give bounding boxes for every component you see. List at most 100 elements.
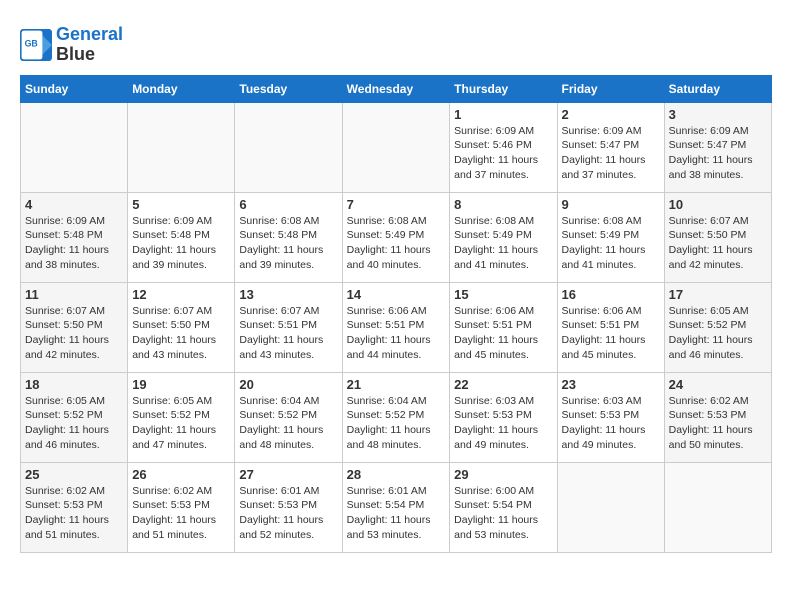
day-info: Sunrise: 6:07 AM Sunset: 5:50 PM Dayligh… bbox=[25, 304, 123, 363]
day-number: 4 bbox=[25, 197, 123, 212]
day-info: Sunrise: 6:03 AM Sunset: 5:53 PM Dayligh… bbox=[454, 394, 552, 453]
calendar-cell: 5Sunrise: 6:09 AM Sunset: 5:48 PM Daylig… bbox=[128, 192, 235, 282]
day-info: Sunrise: 6:08 AM Sunset: 5:48 PM Dayligh… bbox=[239, 214, 337, 273]
day-number: 15 bbox=[454, 287, 552, 302]
calendar-cell: 4 Sunrise: 6:09 AM Sunset: 5:48 PM Daylig… bbox=[21, 192, 128, 282]
calendar-cell: 19Sunrise: 6:05 AM Sunset: 5:52 PM Dayli… bbox=[128, 372, 235, 462]
day-info: Sunrise: 6:02 AM Sunset: 5:53 PM Dayligh… bbox=[132, 484, 230, 543]
calendar-cell: 28 Sunrise: 6:01 AM Sunset: 5:54 PM Dayli… bbox=[342, 462, 450, 552]
day-info: Sunrise: 6:00 AM Sunset: 5:54 PM Dayligh… bbox=[454, 484, 552, 543]
day-number: 17 bbox=[669, 287, 767, 302]
calendar-cell: 11 Sunrise: 6:07 AM Sunset: 5:50 PM Dayli… bbox=[21, 282, 128, 372]
day-number: 29 bbox=[454, 467, 552, 482]
day-number: 20 bbox=[239, 377, 337, 392]
calendar-cell bbox=[128, 102, 235, 192]
day-header-friday: Friday bbox=[557, 75, 664, 102]
calendar-week-row: 4 Sunrise: 6:09 AM Sunset: 5:48 PM Daylig… bbox=[21, 192, 772, 282]
svg-text:GB: GB bbox=[25, 38, 38, 48]
day-info: Sunrise: 6:09 AM Sunset: 5:47 PM Dayligh… bbox=[669, 124, 767, 183]
calendar-cell bbox=[557, 462, 664, 552]
calendar-cell: 18 Sunrise: 6:05 AM Sunset: 5:52 PM Dayli… bbox=[21, 372, 128, 462]
calendar-cell: 25 Sunrise: 6:02 AM Sunset: 5:53 PM Dayli… bbox=[21, 462, 128, 552]
day-header-saturday: Saturday bbox=[664, 75, 771, 102]
day-info: Sunrise: 6:08 AM Sunset: 5:49 PM Dayligh… bbox=[562, 214, 660, 273]
day-info: Sunrise: 6:02 AM Sunset: 5:53 PM Dayligh… bbox=[25, 484, 123, 543]
day-header-monday: Monday bbox=[128, 75, 235, 102]
calendar-cell: 2 Sunrise: 6:09 AM Sunset: 5:47 PM Daylig… bbox=[557, 102, 664, 192]
day-header-sunday: Sunday bbox=[21, 75, 128, 102]
day-number: 23 bbox=[562, 377, 660, 392]
logo: GB GeneralBlue bbox=[20, 25, 123, 65]
day-number: 24 bbox=[669, 377, 767, 392]
calendar-cell: 3 Sunrise: 6:09 AM Sunset: 5:47 PM Daylig… bbox=[664, 102, 771, 192]
day-number: 2 bbox=[562, 107, 660, 122]
calendar-cell: 6 Sunrise: 6:08 AM Sunset: 5:48 PM Daylig… bbox=[235, 192, 342, 282]
day-number: 21 bbox=[347, 377, 446, 392]
day-info: Sunrise: 6:09 AM Sunset: 5:48 PM Dayligh… bbox=[25, 214, 123, 273]
calendar-table: SundayMondayTuesdayWednesdayThursdayFrid… bbox=[20, 75, 772, 553]
calendar-cell bbox=[664, 462, 771, 552]
day-header-wednesday: Wednesday bbox=[342, 75, 450, 102]
calendar-cell: 7Sunrise: 6:08 AM Sunset: 5:49 PM Daylig… bbox=[342, 192, 450, 282]
day-info: Sunrise: 6:02 AM Sunset: 5:53 PM Dayligh… bbox=[669, 394, 767, 453]
day-number: 9 bbox=[562, 197, 660, 212]
calendar-cell: 15 Sunrise: 6:06 AM Sunset: 5:51 PM Dayli… bbox=[450, 282, 557, 372]
day-info: Sunrise: 6:05 AM Sunset: 5:52 PM Dayligh… bbox=[25, 394, 123, 453]
calendar-cell: 16 Sunrise: 6:06 AM Sunset: 5:51 PM Dayli… bbox=[557, 282, 664, 372]
calendar-cell bbox=[235, 102, 342, 192]
day-number: 26 bbox=[132, 467, 230, 482]
day-number: 12 bbox=[132, 287, 230, 302]
day-number: 10 bbox=[669, 197, 767, 212]
calendar-week-row: 18 Sunrise: 6:05 AM Sunset: 5:52 PM Dayli… bbox=[21, 372, 772, 462]
calendar-cell: 20 Sunrise: 6:04 AM Sunset: 5:52 PM Dayli… bbox=[235, 372, 342, 462]
day-number: 13 bbox=[239, 287, 337, 302]
day-number: 1 bbox=[454, 107, 552, 122]
calendar-week-row: 25 Sunrise: 6:02 AM Sunset: 5:53 PM Dayli… bbox=[21, 462, 772, 552]
calendar-cell: 17 Sunrise: 6:05 AM Sunset: 5:52 PM Dayli… bbox=[664, 282, 771, 372]
day-number: 8 bbox=[454, 197, 552, 212]
calendar-cell: 24 Sunrise: 6:02 AM Sunset: 5:53 PM Dayli… bbox=[664, 372, 771, 462]
calendar-cell bbox=[342, 102, 450, 192]
day-info: Sunrise: 6:07 AM Sunset: 5:50 PM Dayligh… bbox=[669, 214, 767, 273]
day-info: Sunrise: 6:06 AM Sunset: 5:51 PM Dayligh… bbox=[454, 304, 552, 363]
calendar-cell: 1 Sunrise: 6:09 AM Sunset: 5:46 PM Daylig… bbox=[450, 102, 557, 192]
day-number: 11 bbox=[25, 287, 123, 302]
calendar-cell: 26 Sunrise: 6:02 AM Sunset: 5:53 PM Dayli… bbox=[128, 462, 235, 552]
logo-text: GeneralBlue bbox=[56, 25, 123, 65]
day-info: Sunrise: 6:07 AM Sunset: 5:51 PM Dayligh… bbox=[239, 304, 337, 363]
day-info: Sunrise: 6:06 AM Sunset: 5:51 PM Dayligh… bbox=[347, 304, 446, 363]
day-number: 6 bbox=[239, 197, 337, 212]
calendar-cell: 13 Sunrise: 6:07 AM Sunset: 5:51 PM Dayli… bbox=[235, 282, 342, 372]
day-info: Sunrise: 6:08 AM Sunset: 5:49 PM Dayligh… bbox=[454, 214, 552, 273]
calendar-cell: 29 Sunrise: 6:00 AM Sunset: 5:54 PM Dayli… bbox=[450, 462, 557, 552]
calendar-cell bbox=[21, 102, 128, 192]
calendar-cell: 9 Sunrise: 6:08 AM Sunset: 5:49 PM Daylig… bbox=[557, 192, 664, 282]
day-number: 25 bbox=[25, 467, 123, 482]
day-info: Sunrise: 6:01 AM Sunset: 5:54 PM Dayligh… bbox=[347, 484, 446, 543]
day-number: 14 bbox=[347, 287, 446, 302]
page-header: GB GeneralBlue bbox=[20, 20, 772, 65]
day-number: 16 bbox=[562, 287, 660, 302]
logo-icon: GB bbox=[20, 29, 52, 61]
day-number: 3 bbox=[669, 107, 767, 122]
day-info: Sunrise: 6:06 AM Sunset: 5:51 PM Dayligh… bbox=[562, 304, 660, 363]
calendar-week-row: 11 Sunrise: 6:07 AM Sunset: 5:50 PM Dayli… bbox=[21, 282, 772, 372]
day-info: Sunrise: 6:09 AM Sunset: 5:46 PM Dayligh… bbox=[454, 124, 552, 183]
calendar-week-row: 1 Sunrise: 6:09 AM Sunset: 5:46 PM Daylig… bbox=[21, 102, 772, 192]
calendar-header-row: SundayMondayTuesdayWednesdayThursdayFrid… bbox=[21, 75, 772, 102]
day-info: Sunrise: 6:01 AM Sunset: 5:53 PM Dayligh… bbox=[239, 484, 337, 543]
day-info: Sunrise: 6:03 AM Sunset: 5:53 PM Dayligh… bbox=[562, 394, 660, 453]
day-number: 28 bbox=[347, 467, 446, 482]
calendar-cell: 8 Sunrise: 6:08 AM Sunset: 5:49 PM Daylig… bbox=[450, 192, 557, 282]
day-info: Sunrise: 6:09 AM Sunset: 5:47 PM Dayligh… bbox=[562, 124, 660, 183]
day-number: 5 bbox=[132, 197, 230, 212]
day-header-tuesday: Tuesday bbox=[235, 75, 342, 102]
day-header-thursday: Thursday bbox=[450, 75, 557, 102]
calendar-cell: 23 Sunrise: 6:03 AM Sunset: 5:53 PM Dayli… bbox=[557, 372, 664, 462]
calendar-cell: 12Sunrise: 6:07 AM Sunset: 5:50 PM Dayli… bbox=[128, 282, 235, 372]
day-info: Sunrise: 6:04 AM Sunset: 5:52 PM Dayligh… bbox=[239, 394, 337, 453]
day-info: Sunrise: 6:05 AM Sunset: 5:52 PM Dayligh… bbox=[669, 304, 767, 363]
calendar-cell: 14 Sunrise: 6:06 AM Sunset: 5:51 PM Dayli… bbox=[342, 282, 450, 372]
day-number: 22 bbox=[454, 377, 552, 392]
day-number: 18 bbox=[25, 377, 123, 392]
